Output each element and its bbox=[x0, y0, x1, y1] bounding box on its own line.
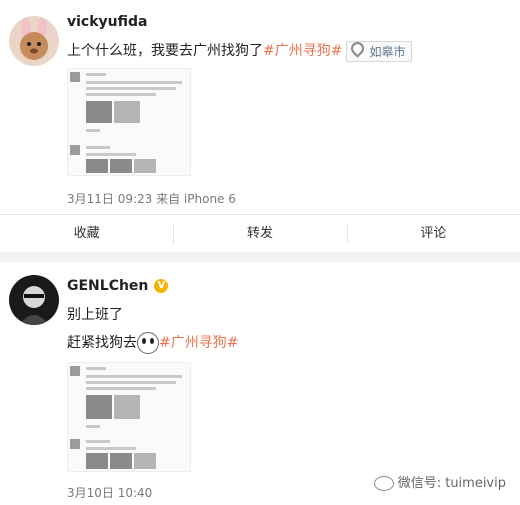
comment-button[interactable]: 评论 bbox=[346, 215, 520, 253]
post-meta: 3月10日 10:40 bbox=[67, 486, 153, 500]
verified-badge-icon: V bbox=[154, 279, 169, 293]
location-pin-icon bbox=[348, 38, 368, 58]
avatar[interactable] bbox=[9, 16, 59, 66]
post-text-body: 上个什么班，我要去广州找狗了 bbox=[67, 43, 263, 59]
post-image[interactable] bbox=[67, 362, 191, 472]
post-text: 上个什么班，我要去广州找狗了#广州寻狗# 如皋市 bbox=[67, 38, 413, 62]
username[interactable]: GENLChen bbox=[67, 278, 148, 294]
post-text-line: 赶紧找狗去 #广州寻狗# bbox=[67, 332, 238, 354]
favorite-button[interactable]: 收藏 bbox=[0, 215, 173, 253]
repost-button[interactable]: 转发 bbox=[173, 215, 346, 253]
post-text-line: 别上班了 bbox=[67, 307, 123, 323]
hashtag-link[interactable]: #广州寻狗# bbox=[159, 335, 238, 351]
username[interactable]: vickyufida bbox=[67, 14, 147, 30]
post-image[interactable] bbox=[67, 68, 191, 176]
location-tag[interactable]: 如皋市 bbox=[346, 38, 413, 62]
hashtag-link[interactable]: #广州寻狗# bbox=[263, 43, 342, 59]
emoji-icon bbox=[137, 332, 159, 354]
watermark-text: 微信号: tuimeivip bbox=[397, 476, 506, 491]
wechat-icon bbox=[373, 476, 394, 491]
action-bar: 收藏 转发 评论 bbox=[0, 214, 520, 253]
weibo-post-card: vickyufida 上个什么班，我要去广州找狗了#广州寻狗# 如皋市 3月11日… bbox=[0, 0, 520, 252]
post-text-body: 赶紧找狗去 bbox=[67, 335, 137, 351]
watermark: 微信号: tuimeivip bbox=[373, 472, 506, 491]
post-meta: 3月11日 09:23 来自 iPhone 6 bbox=[67, 192, 236, 206]
weibo-post-card: GENLChen V 别上班了 赶紧找狗去 #广州寻狗# 3月10日 10:40 bbox=[0, 262, 520, 505]
location-label: 如皋市 bbox=[369, 44, 406, 59]
username-row: GENLChen V bbox=[67, 278, 169, 294]
avatar[interactable] bbox=[9, 275, 59, 325]
